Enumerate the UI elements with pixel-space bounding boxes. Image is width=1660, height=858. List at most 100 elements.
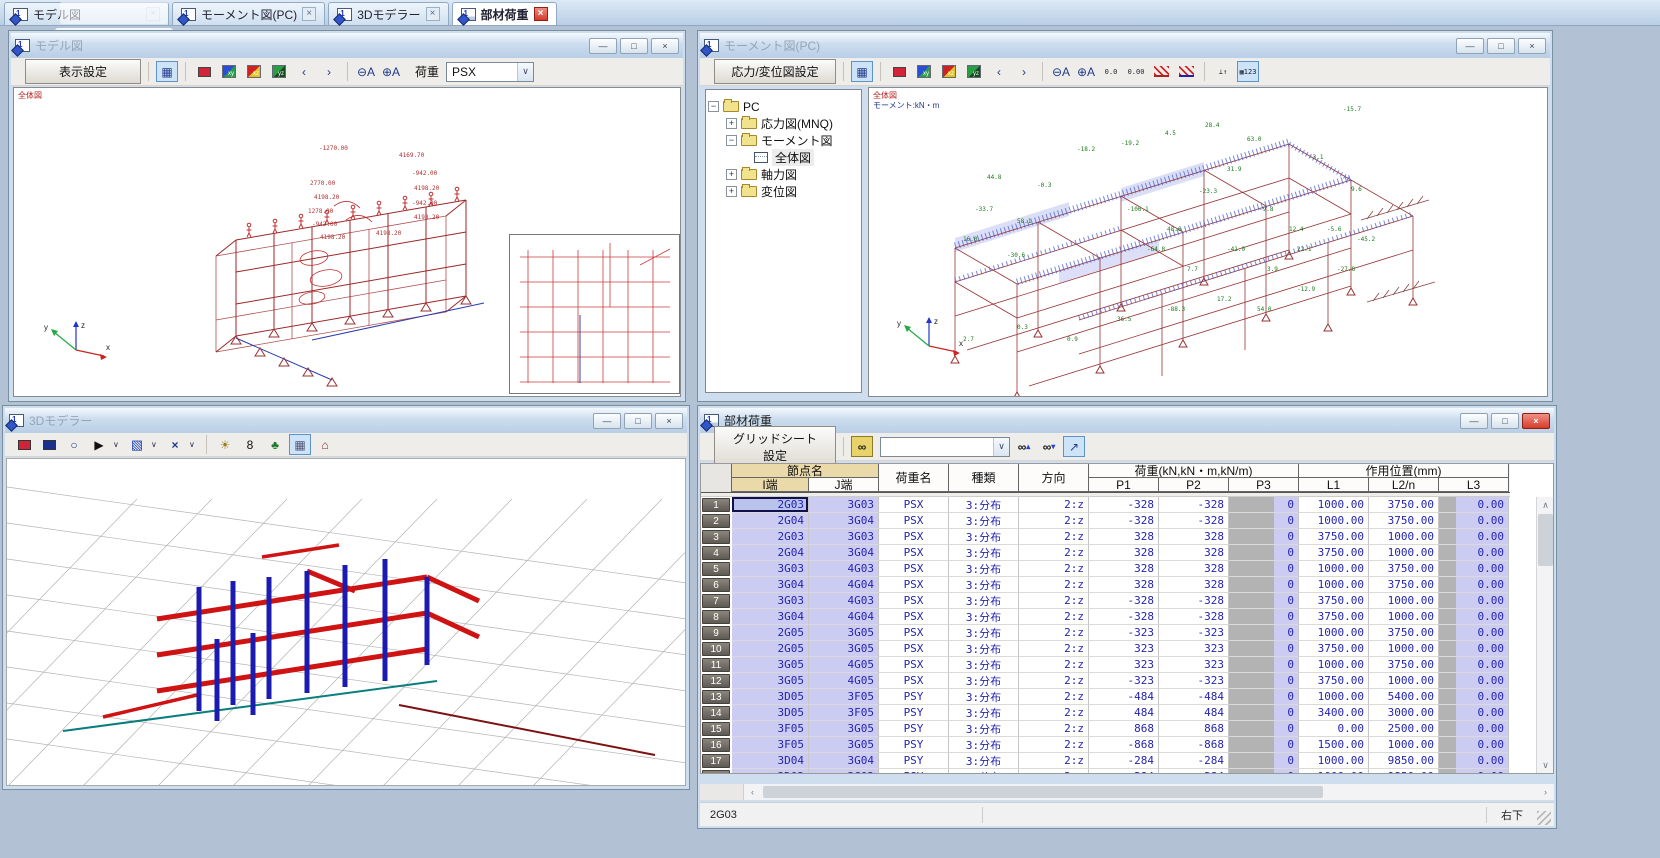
tree-item-displacement[interactable]: + 変位図	[708, 183, 859, 200]
cell-l3[interactable]: 0.00	[1439, 513, 1509, 529]
horizontal-scroll-thumb[interactable]	[763, 786, 1323, 798]
cell-kind[interactable]: 3:分布	[949, 609, 1019, 625]
diagram-hatch-fill-icon[interactable]	[1175, 61, 1197, 82]
tab-close-icon[interactable]: ×	[302, 7, 316, 21]
clip-tool-icon[interactable]: ×	[164, 434, 186, 455]
cell-l3[interactable]: 0.00	[1439, 625, 1509, 641]
row-number-button[interactable]: 3	[702, 530, 730, 544]
cell-i-end[interactable]: 3D04	[732, 753, 809, 769]
cell-p1[interactable]: 328	[1089, 577, 1159, 593]
table-row[interactable]: 15 3F05 3G05 PSY 3:分布 2:z 868 868 0 0.00…	[701, 721, 1510, 737]
cell-j-end[interactable]: 3G04	[809, 753, 879, 769]
cell-i-end[interactable]: 3G04	[732, 609, 809, 625]
cell-load-name[interactable]: PSY	[879, 689, 949, 705]
tab-close-icon[interactable]: ×	[534, 7, 548, 21]
cell-l1[interactable]: 1500.00	[1299, 737, 1369, 753]
cell-p3[interactable]: 0	[1229, 657, 1299, 673]
header-kind[interactable]: 種類	[949, 464, 1019, 492]
cell-l2n[interactable]: 1000.00	[1369, 737, 1439, 753]
support-value-icon[interactable]: ⊥↑	[1212, 61, 1234, 82]
cell-p3[interactable]: 0	[1229, 593, 1299, 609]
cell-l2n[interactable]: 9850.00	[1369, 769, 1439, 774]
cell-p2[interactable]: -484	[1159, 689, 1229, 705]
next-view-icon[interactable]: ›	[1013, 61, 1035, 82]
minimize-button[interactable]: —	[1460, 413, 1488, 429]
cell-j-end[interactable]: 3G03	[809, 529, 879, 545]
maximize-button[interactable]: □	[624, 413, 652, 429]
grid-toggle-icon[interactable]: ▦	[289, 434, 311, 455]
cell-direction[interactable]: 2:z	[1019, 721, 1089, 737]
row-number-button[interactable]: 13	[702, 690, 730, 704]
view-xy-icon[interactable]: xy	[218, 61, 240, 82]
cell-direction[interactable]: 2:z	[1019, 689, 1089, 705]
header-p3[interactable]: P3	[1229, 478, 1299, 492]
cell-load-name[interactable]: PSX	[879, 577, 949, 593]
table-row[interactable]: 18 3D03 3G03 PSY 3:分布 2:z 284 284 0 1000…	[701, 769, 1510, 774]
close-button[interactable]: ×	[651, 38, 679, 54]
cell-p2[interactable]: -328	[1159, 609, 1229, 625]
cell-direction[interactable]: 2:z	[1019, 673, 1089, 689]
cell-j-end[interactable]: 3G05	[809, 625, 879, 641]
row-number-button[interactable]: 8	[702, 610, 730, 624]
expand-icon[interactable]: +	[726, 186, 737, 197]
cell-kind[interactable]: 3:分布	[949, 705, 1019, 721]
cell-p1[interactable]: -328	[1089, 513, 1159, 529]
row-number-button[interactable]: 11	[702, 658, 730, 672]
header-p2[interactable]: P2	[1159, 478, 1229, 492]
tree-item-stress[interactable]: + 応力図(MNQ)	[708, 115, 859, 132]
cell-load-name[interactable]: PSX	[879, 673, 949, 689]
rotate-text-plus-icon[interactable]: ⊕A	[380, 61, 402, 82]
cell-direction[interactable]: 2:z	[1019, 737, 1089, 753]
cell-j-end[interactable]: 3G04	[809, 513, 879, 529]
cell-kind[interactable]: 3:分布	[949, 625, 1019, 641]
view-xz-icon[interactable]: xz	[243, 61, 265, 82]
vertical-scrollbar[interactable]: ∧ ∨	[1536, 497, 1553, 773]
cell-kind[interactable]: 3:分布	[949, 561, 1019, 577]
cell-p2[interactable]: -328	[1159, 497, 1229, 513]
cell-j-end[interactable]: 4G04	[809, 577, 879, 593]
cell-l2n[interactable]: 9850.00	[1369, 753, 1439, 769]
rotate-text-plus-icon[interactable]: ⊕A	[1075, 61, 1097, 82]
table-row[interactable]: 13 3D05 3F05 PSY 3:分布 2:z -484 -484 0 10…	[701, 689, 1510, 705]
minimize-button[interactable]: —	[1456, 38, 1484, 54]
row-number-button[interactable]: 12	[702, 674, 730, 688]
close-button[interactable]: ×	[655, 413, 683, 429]
sheet-find-icon[interactable]: ∞	[851, 436, 873, 457]
tab-moment-view[interactable]: 1 モーメント図(PC) ×	[172, 2, 325, 25]
cell-j-end[interactable]: 3F05	[809, 689, 879, 705]
cell-p1[interactable]: -328	[1089, 609, 1159, 625]
cell-i-end[interactable]: 3G04	[732, 577, 809, 593]
cell-i-end[interactable]: 3G03	[732, 561, 809, 577]
cell-j-end[interactable]: 3G03	[809, 769, 879, 774]
row-number-button[interactable]: 4	[702, 546, 730, 560]
chevron-down-icon[interactable]: ∨	[151, 440, 161, 449]
cell-p1[interactable]: -323	[1089, 673, 1159, 689]
cell-l3[interactable]: 0.00	[1439, 657, 1509, 673]
cell-load-name[interactable]: PSY	[879, 769, 949, 774]
scroll-down-icon[interactable]: ∨	[1537, 757, 1554, 773]
cell-l3[interactable]: 0.00	[1439, 545, 1509, 561]
cell-j-end[interactable]: 4G05	[809, 673, 879, 689]
expand-icon[interactable]: +	[726, 118, 737, 129]
cell-j-end[interactable]: 4G05	[809, 657, 879, 673]
cell-l1[interactable]: 1000.00	[1299, 513, 1369, 529]
cell-l2n[interactable]: 1000.00	[1369, 641, 1439, 657]
table-row[interactable]: 7 3G03 4G03 PSX 3:分布 2:z -328 -328 0 375…	[701, 593, 1510, 609]
table-row[interactable]: 16 3F05 3G05 PSY 3:分布 2:z -868 -868 0 15…	[701, 737, 1510, 753]
cell-p3[interactable]: 0	[1229, 641, 1299, 657]
header-j-end[interactable]: J端	[809, 478, 879, 492]
cell-l2n[interactable]: 3750.00	[1369, 625, 1439, 641]
table-row[interactable]: 6 3G04 4G04 PSX 3:分布 2:z 328 328 0 1000.…	[701, 577, 1510, 593]
cell-l2n[interactable]: 3750.00	[1369, 577, 1439, 593]
value-decimal-1-icon[interactable]: 0.0	[1100, 61, 1122, 82]
cell-direction[interactable]: 2:z	[1019, 497, 1089, 513]
cell-p3[interactable]: 0	[1229, 769, 1299, 774]
cell-l2n[interactable]: 5400.00	[1369, 689, 1439, 705]
cell-l3[interactable]: 0.00	[1439, 529, 1509, 545]
cell-load-name[interactable]: PSX	[879, 529, 949, 545]
cell-j-end[interactable]: 3G05	[809, 721, 879, 737]
cell-load-name[interactable]: PSY	[879, 721, 949, 737]
row-number-button[interactable]: 7	[702, 594, 730, 608]
cell-i-end[interactable]: 2G05	[732, 625, 809, 641]
cell-load-name[interactable]: PSX	[879, 545, 949, 561]
